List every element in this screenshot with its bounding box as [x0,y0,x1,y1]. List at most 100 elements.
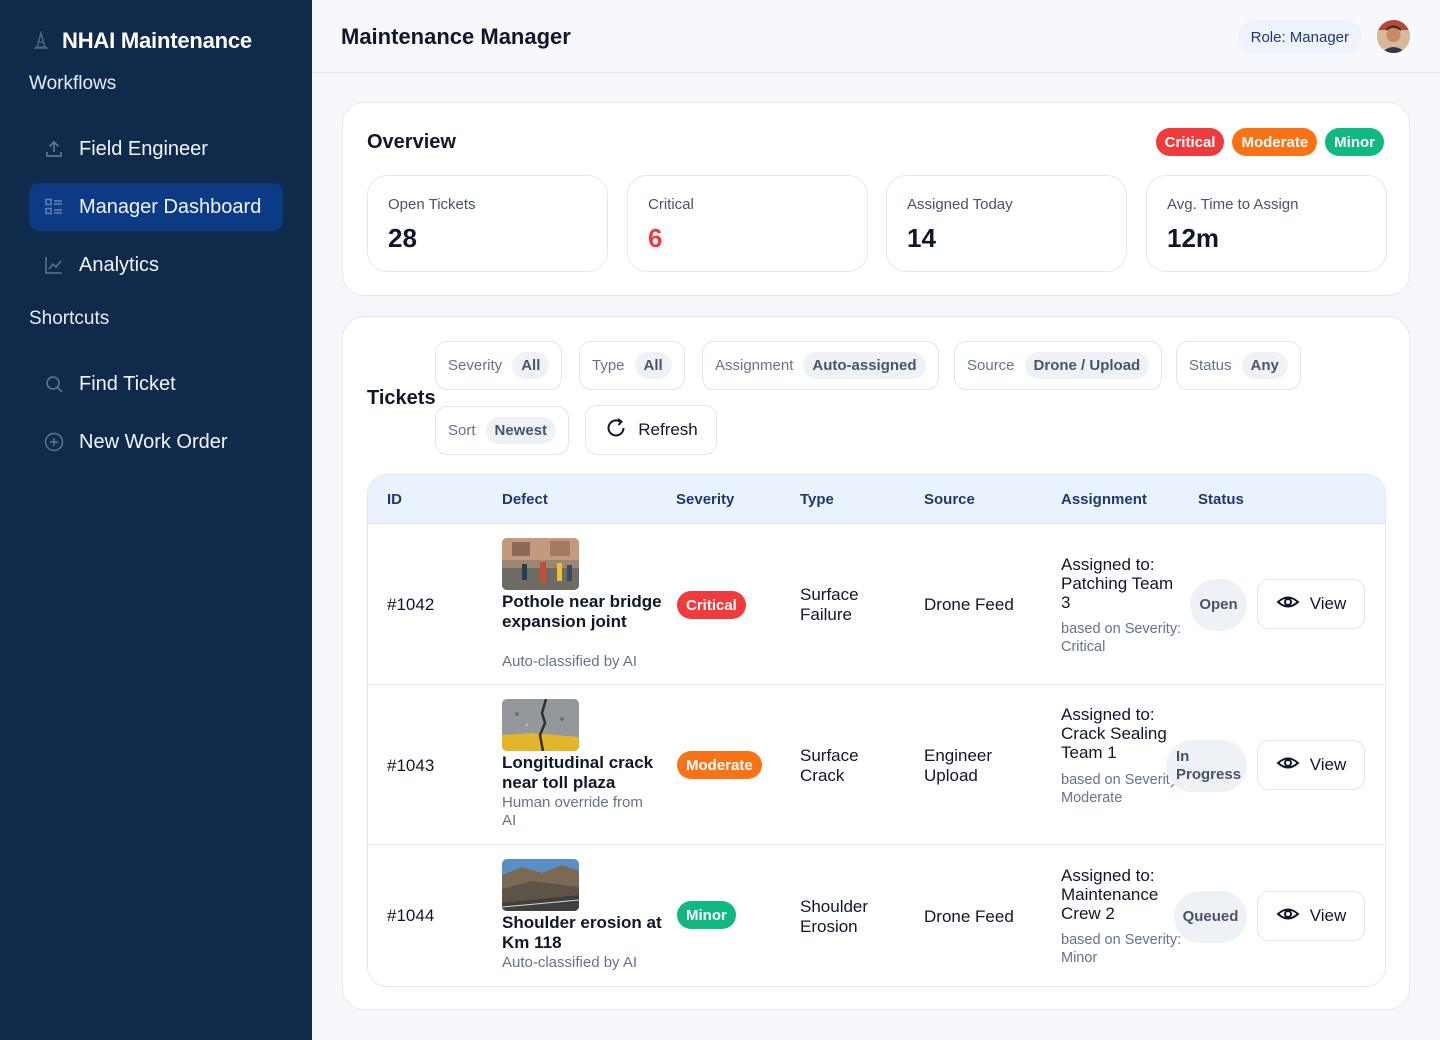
filter-key: Type [592,357,625,374]
defect-title: Longitudinal crack near toll plaza [502,753,654,792]
line-chart-icon [43,254,65,276]
defect-note: Human override from AI [502,794,643,829]
overview-title: Overview [367,131,456,153]
tickets-title: Tickets [367,387,436,409]
column-header[interactable]: Defect [502,491,548,508]
status-badge: Open [1190,579,1247,631]
sidebar-item-field-engineer[interactable]: Field Engineer [29,125,283,173]
table-row[interactable]: #1042 Pothole near bridge expansion join… [368,524,1385,685]
sidebar-item-label: Analytics [79,253,160,276]
severity-badge: Critical [677,591,746,619]
column-header[interactable]: Severity [676,491,734,508]
stat-value: 14 [907,223,936,253]
list-icon [43,196,65,218]
filter-value: All [634,352,672,379]
legend-critical-badge: Critical [1155,128,1225,156]
avatar[interactable] [1377,20,1410,53]
defect-type: Surface Failure [800,585,859,624]
table-header: ID Defect Severity Type Source Assignmen… [368,475,1385,524]
tickets-card: Tickets Severity All Type All Assignment… [342,316,1410,1010]
status-badge: Queued [1174,891,1247,943]
status-badge: In Progress [1166,740,1247,792]
stat-label: Critical [648,196,694,213]
table-row[interactable]: #1044 Shoulder erosion at Km 118 Auto-cl… [368,845,1385,986]
sidebar-item-manager-dashboard[interactable]: Manager Dashboard [29,183,283,231]
tickets-table: ID Defect Severity Type Source Assignmen… [367,474,1386,987]
search-icon [43,373,65,395]
defect-source: Drone Feed [924,595,1014,614]
column-header[interactable]: ID [387,491,402,508]
overview-card: Overview Critical Moderate Minor Open Ti… [342,102,1410,296]
brand: NHAI Maintenance [30,28,252,54]
role-badge: Role: Manager [1237,20,1362,54]
eye-icon [1276,751,1300,780]
stat-label: Open Tickets [388,196,476,213]
filter-severity[interactable]: Severity All [435,341,563,390]
filter-value: Auto-assigned [803,352,926,379]
refresh-label: Refresh [638,420,698,439]
defect-source: Drone Feed [924,907,1014,926]
column-header[interactable]: Source [924,491,975,508]
assigned-to: Assigned to: Maintenance Crew 2 [1061,866,1159,924]
table-row[interactable]: #1043 Longitudinal crack near toll plaza… [368,685,1385,845]
defect-title: Pothole near bridge expansion joint [502,592,662,631]
sidebar: NHAI Maintenance Workflows Field Enginee… [0,0,312,1040]
view-label: View [1309,755,1347,774]
filter-type[interactable]: Type All [579,341,685,390]
sidebar-item-label: New Work Order [79,430,228,453]
stat-value: 6 [648,223,663,253]
column-header[interactable]: Status [1198,491,1244,508]
stat-label: Avg. Time to Assign [1167,196,1299,213]
filter-assignment[interactable]: Assignment Auto-assigned [702,341,939,390]
severity-legend: Critical Moderate Minor [1155,128,1384,156]
defect-thumbnail [502,699,579,751]
filter-value: All [512,352,550,379]
ticket-id: #1044 [387,906,435,925]
view-button[interactable]: View [1257,579,1365,629]
shortcuts-label: Shortcuts [29,308,110,329]
view-button[interactable]: View [1257,740,1365,790]
assigned-to: Assigned to: Crack Sealing Team 1 [1061,705,1167,763]
column-header[interactable]: Assignment [1061,491,1147,508]
severity-badge: Moderate [677,751,762,779]
defect-title: Shoulder erosion at Km 118 [502,913,662,952]
sidebar-item-find-ticket[interactable]: Find Ticket [29,360,283,408]
sidebar-item-label: Manager Dashboard [79,195,262,218]
top-bar: Maintenance Manager Role: Manager [312,0,1440,73]
sidebar-item-label: Find Ticket [79,372,176,395]
view-button[interactable]: View [1257,891,1365,941]
assignment-basis: based on Severity: Critical [1061,621,1182,656]
defect-type: Surface Crack [800,746,859,785]
filter-status[interactable]: Status Any [1176,341,1301,390]
eye-icon [1276,590,1300,619]
filter-key: Source [967,357,1015,374]
brand-title: NHAI Maintenance [62,28,252,53]
stat-critical: Critical 6 [627,175,868,272]
stat-avg-time-to-assign: Avg. Time to Assign 12m [1146,175,1387,272]
legend-moderate-badge: Moderate [1232,128,1318,156]
refresh-button[interactable]: Refresh [585,405,717,455]
filter-key: Status [1189,357,1232,374]
filter-source[interactable]: Source Drone / Upload [954,341,1163,390]
sidebar-item-new-work-order[interactable]: New Work Order [29,418,283,466]
filter-key: Assignment [715,357,794,374]
sidebar-item-analytics[interactable]: Analytics [29,241,283,289]
workflows-label: Workflows [29,73,117,94]
filter-key: Sort [448,422,476,439]
defect-note: Auto-classified by AI [502,653,638,670]
assignment-basis: based on Severity: Minor [1061,932,1182,967]
refresh-icon [604,416,628,445]
stat-value: 12m [1167,223,1220,253]
plus-circle-icon [43,431,65,453]
sort-select[interactable]: Sort Newest [435,406,570,455]
filter-value: Newest [485,417,557,444]
ticket-id: #1042 [387,595,435,614]
upload-icon [43,138,65,160]
filter-value: Drone / Upload [1024,352,1150,379]
defect-thumbnail [502,538,579,590]
column-header[interactable]: Type [800,491,834,508]
severity-badge: Minor [677,901,736,929]
sidebar-item-label: Field Engineer [79,137,208,160]
view-label: View [1309,594,1347,613]
page-title: Maintenance Manager [341,24,571,49]
